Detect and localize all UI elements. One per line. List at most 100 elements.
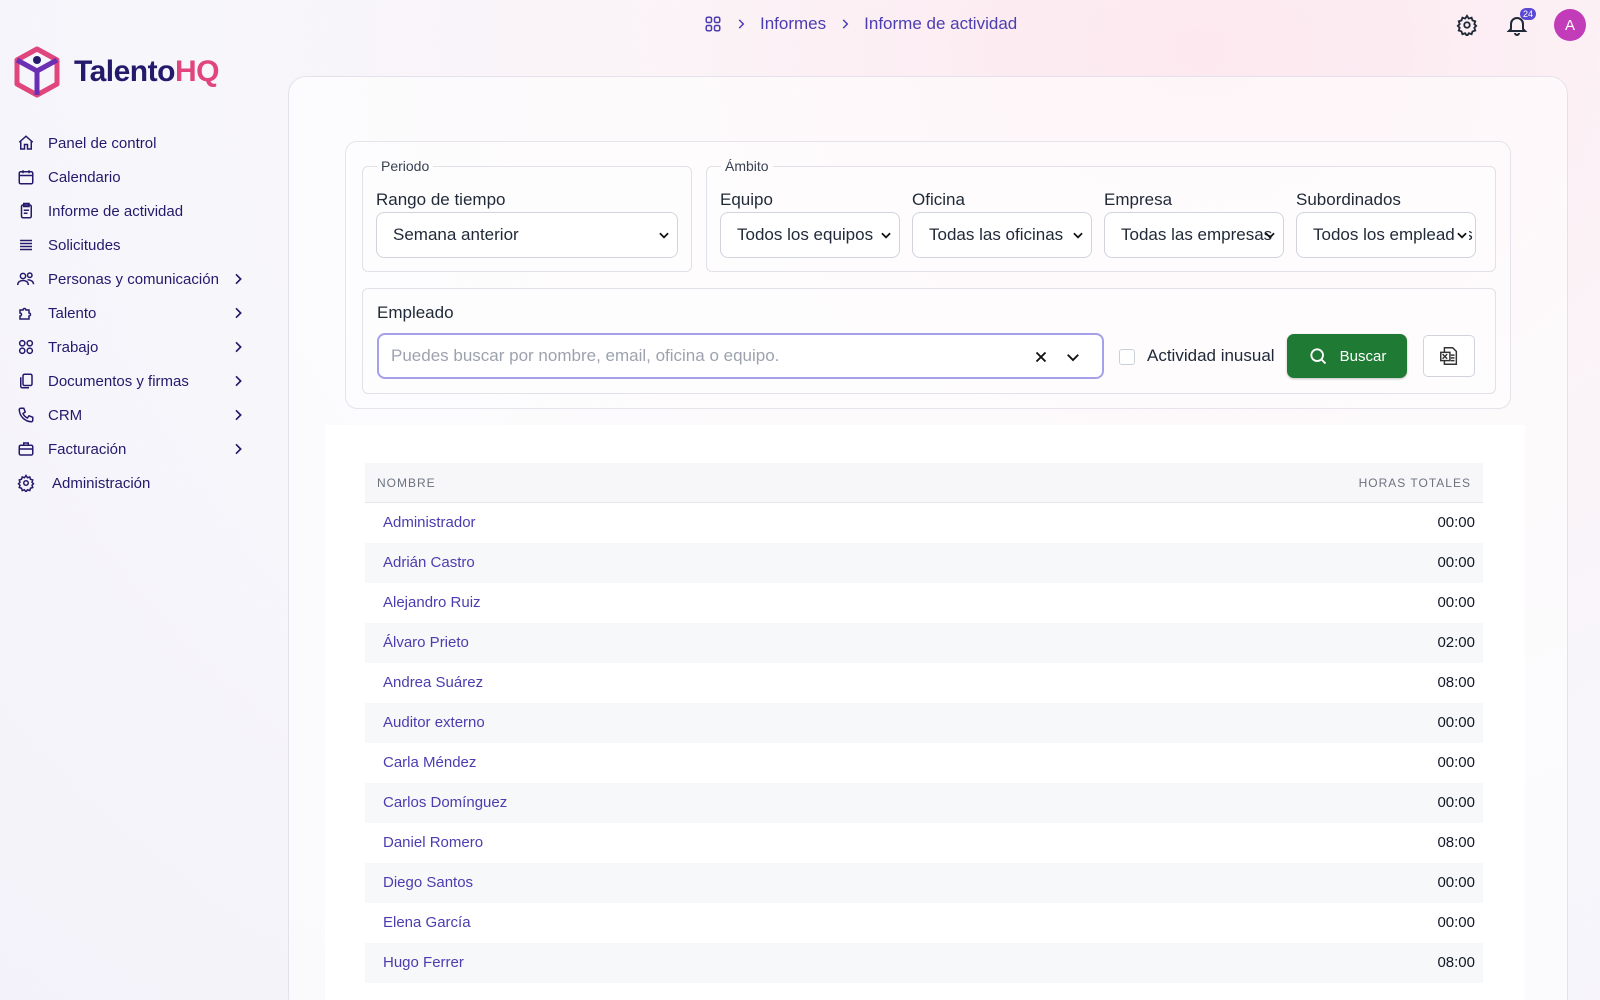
brand-logo[interactable]: TalentoHQ (14, 46, 219, 98)
employee-name-link[interactable]: Elena García (383, 914, 471, 931)
cube-logo-icon (14, 46, 60, 98)
employee-name-link[interactable]: Álvaro Prieto (383, 634, 469, 651)
sidebar-item-trabajo[interactable]: Trabajo (16, 330, 246, 364)
total-hours: 08:00 (1437, 954, 1475, 971)
table-body: Administrador 00:00 Adrián Castro 00:00 Alej… (365, 503, 1483, 983)
equipo-label: Equipo (720, 190, 773, 209)
buscar-button[interactable]: Buscar (1287, 334, 1407, 378)
empleado-search-input[interactable] (391, 346, 1001, 366)
equipo-select[interactable]: Todos los equipos (720, 212, 900, 258)
brand-name: TalentoHQ (74, 55, 219, 89)
total-hours: 02:00 (1437, 634, 1475, 651)
notifications-button[interactable]: 24 (1504, 8, 1536, 38)
calendar-icon (16, 167, 36, 187)
employee-name-link[interactable]: Alejandro Ruiz (383, 594, 481, 611)
column-header-horas-totales[interactable]: HORAS TOTALES (1359, 476, 1471, 490)
sidebar-item-panel-de-control[interactable]: Panel de control (16, 126, 246, 160)
subordinados-select[interactable]: Todos los empleados (1296, 212, 1476, 258)
chevron-right-icon (235, 341, 242, 353)
sidebar-item-calendario[interactable]: Calendario (16, 160, 246, 194)
rango-label: Rango de tiempo (376, 190, 506, 209)
table-header: NOMBRE HORAS TOTALES (365, 463, 1483, 503)
brand-name-part1: Talento (74, 55, 175, 88)
total-hours: 08:00 (1437, 674, 1475, 691)
empleado-label: Empleado (377, 303, 454, 322)
people-icon (16, 269, 36, 289)
total-hours: 00:00 (1437, 874, 1475, 891)
grid-icon (16, 337, 36, 357)
column-header-nombre[interactable]: NOMBRE (377, 476, 436, 490)
table-row: Administrador 00:00 (365, 503, 1483, 543)
sidebar-item-label: Trabajo (48, 338, 99, 356)
subordinados-value: Todos los empleados (1313, 225, 1473, 244)
sidebar-item-personas-y-comunicacion[interactable]: Personas y comunicación (16, 262, 246, 296)
employee-name-link[interactable]: Daniel Romero (383, 834, 483, 851)
oficina-select[interactable]: Todas las oficinas (912, 212, 1092, 258)
phone-icon (16, 405, 36, 425)
sidebar-item-documentos-y-firmas[interactable]: Documentos y firmas (16, 364, 246, 398)
sidebar-item-administracion[interactable]: Administración (16, 466, 246, 500)
sidebar: TalentoHQ Panel de control Calendario In… (0, 0, 270, 1000)
empleado-search[interactable] (377, 333, 1104, 379)
apps-grid-icon[interactable] (704, 15, 722, 33)
empleado-group: Empleado Actividad inusual Buscar (362, 288, 1496, 394)
settings-button[interactable] (1454, 12, 1480, 38)
employee-name-link[interactable]: Hugo Ferrer (383, 954, 464, 971)
table-row: Carla Méndez 00:00 (365, 743, 1483, 783)
breadcrumb-informe-de-actividad[interactable]: Informe de actividad (864, 14, 1017, 34)
employee-name-link[interactable]: Diego Santos (383, 874, 473, 891)
chevron-right-icon (235, 273, 242, 285)
breadcrumb: Informes Informe de actividad (704, 14, 1017, 34)
buscar-label: Buscar (1339, 347, 1387, 365)
employee-name-link[interactable]: Andrea Suárez (383, 674, 483, 691)
sidebar-item-label: Solicitudes (48, 236, 121, 254)
empresa-label: Empresa (1104, 190, 1173, 209)
excel-icon (1440, 347, 1458, 365)
filters-panel: Periodo Rango de tiempo Semana anterior … (345, 141, 1511, 409)
sidebar-item-label: Administración (52, 474, 151, 492)
export-excel-button[interactable] (1423, 335, 1475, 377)
sidebar-item-crm[interactable]: CRM (16, 398, 246, 432)
employee-name-link[interactable]: Carla Méndez (383, 754, 476, 771)
chevron-right-icon (235, 375, 242, 387)
sidebar-item-label: CRM (48, 406, 83, 424)
actividad-inusual-label[interactable]: Actividad inusual (1147, 346, 1275, 366)
chevron-down-icon (1073, 232, 1083, 239)
sidebar-item-solicitudes[interactable]: Solicitudes (16, 228, 246, 262)
chevron-right-icon (842, 19, 849, 29)
main-card: Periodo Rango de tiempo Semana anterior … (288, 76, 1568, 1000)
chevron-down-icon[interactable] (1064, 348, 1082, 366)
employee-name-link[interactable]: Carlos Domínguez (383, 794, 507, 811)
empresa-value: Todas las empresas (1121, 225, 1273, 244)
chevron-down-icon (1455, 228, 1469, 242)
sidebar-item-label: Documentos y firmas (48, 372, 189, 390)
sidebar-item-label: Panel de control (48, 134, 157, 152)
notifications-badge: 24 (1519, 8, 1536, 20)
total-hours: 00:00 (1437, 794, 1475, 811)
empresa-select[interactable]: Todas las empresas (1104, 212, 1284, 258)
table-row: Álvaro Prieto 02:00 (365, 623, 1483, 663)
close-icon[interactable] (1032, 348, 1050, 366)
sidebar-item-label: Personas y comunicación (48, 270, 219, 288)
subordinados-label: Subordinados (1296, 190, 1401, 209)
total-hours: 00:00 (1437, 514, 1475, 531)
avatar[interactable]: A (1554, 9, 1586, 41)
ambito-legend: Ámbito (725, 158, 769, 174)
sidebar-item-label: Calendario (48, 168, 121, 186)
report-icon (16, 201, 36, 221)
table-row: Diego Santos 00:00 (365, 863, 1483, 903)
gear-icon (1456, 14, 1478, 36)
employee-name-link[interactable]: Adrián Castro (383, 554, 475, 571)
chevron-down-icon (881, 232, 891, 239)
total-hours: 00:00 (1437, 714, 1475, 731)
sidebar-item-talento[interactable]: Talento (16, 296, 246, 330)
employee-name-link[interactable]: Auditor externo (383, 714, 485, 731)
actividad-inusual-checkbox[interactable] (1119, 349, 1135, 365)
sidebar-item-informe-de-actividad[interactable]: Informe de actividad (16, 194, 246, 228)
sidebar-item-facturacion[interactable]: Facturación (16, 432, 246, 466)
employee-name-link[interactable]: Administrador (383, 514, 476, 531)
rango-select[interactable]: Semana anterior (376, 212, 678, 258)
home-icon (16, 133, 36, 153)
brand-name-part2: HQ (174, 55, 220, 88)
breadcrumb-informes[interactable]: Informes (760, 14, 826, 34)
